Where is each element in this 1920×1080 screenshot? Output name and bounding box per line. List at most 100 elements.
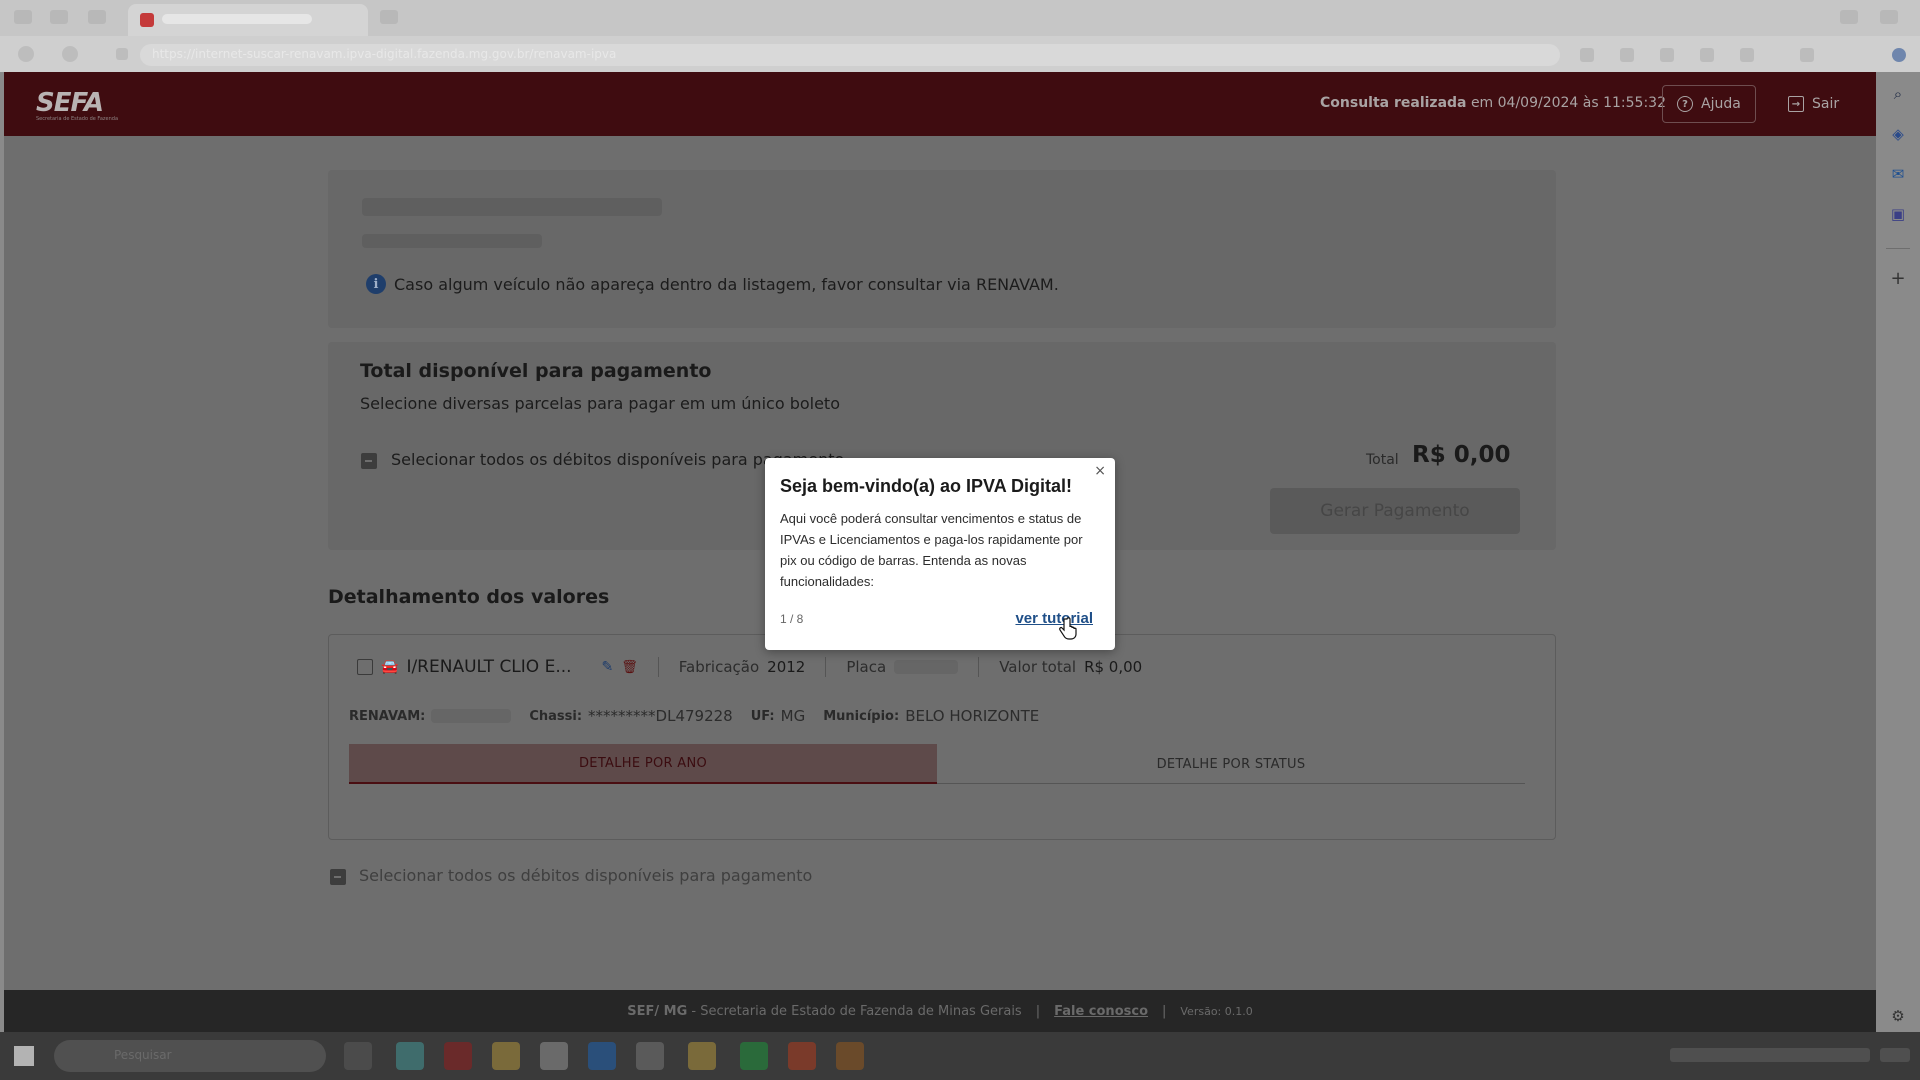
excel-taskbar-icon[interactable]	[740, 1042, 768, 1070]
outlook-taskbar-icon[interactable]	[588, 1042, 616, 1070]
total-value: R$ 0,00	[1412, 442, 1511, 468]
system-tray[interactable]	[1670, 1048, 1870, 1062]
file-explorer-icon[interactable]	[492, 1042, 520, 1070]
vehicle-card: 🚘 I/RENAULT CLIO E... ✎ 🗑 Fabricação 201…	[328, 634, 1556, 840]
tab-actions-icon[interactable]	[88, 10, 106, 24]
copilot-icon[interactable]: ◈	[1888, 124, 1908, 144]
uf-value: MG	[780, 707, 806, 725]
popover-body: Aqui você poderá consultar vencimentos e…	[780, 511, 1083, 589]
extension-icon[interactable]	[1740, 48, 1754, 62]
renavam-label: RENAVAM:	[349, 708, 426, 724]
taskbar-search[interactable]: Pesquisar	[54, 1040, 326, 1072]
site-info-icon[interactable]	[116, 48, 128, 60]
blurred-heading	[362, 198, 662, 216]
vehicles-card	[328, 170, 1556, 328]
browser-tab-active[interactable]	[128, 4, 368, 36]
footer-org: SEF/ MG - Secretaria de Estado de Fazend…	[627, 1003, 1022, 1019]
hand-cursor-icon	[1059, 617, 1077, 640]
select-all-bottom-checkbox[interactable]	[330, 869, 346, 885]
footer-version: Versão: 0.1.0	[1180, 1004, 1253, 1018]
gerar-pagamento-button[interactable]: Gerar Pagamento	[1270, 488, 1520, 534]
workspaces-icon[interactable]	[50, 10, 68, 24]
sefa-logo: SEFA Secretaria de Estado de Fazenda	[36, 88, 119, 122]
url-text: https://internet-suscar-renavam.ipva-dig…	[152, 47, 617, 61]
add-icon[interactable]: +	[1888, 268, 1908, 289]
extension-icon[interactable]	[1580, 48, 1594, 62]
extension-icon[interactable]	[1700, 48, 1714, 62]
car-icon: 🚘	[381, 659, 399, 675]
info-icon: i	[366, 274, 386, 294]
teams-icon[interactable]: ▣	[1888, 204, 1908, 224]
sidebar-divider	[1886, 248, 1910, 249]
valor-total-value: R$ 0,00	[1084, 658, 1143, 676]
app-footer: SEF/ MG - Secretaria de Estado de Fazend…	[4, 990, 1876, 1032]
consulta-info: Consulta realizada em 04/09/2024 às 11:5…	[1320, 95, 1666, 111]
search-icon[interactable]: ⌕	[1888, 84, 1908, 104]
tab-detalhe-por-status[interactable]: DETALHE POR STATUS	[937, 744, 1525, 784]
chrome-taskbar-icon[interactable]	[688, 1042, 716, 1070]
minimize-icon[interactable]	[1840, 10, 1858, 24]
extension-icon[interactable]	[1800, 48, 1814, 62]
uf-label: UF:	[750, 708, 775, 724]
edge-sidebar: ⌕ ◈ ✉ ▣ + ⚙	[1876, 72, 1920, 1032]
browser-address-bar: https://internet-suscar-renavam.ipva-dig…	[0, 36, 1920, 72]
windows-start-icon[interactable]	[14, 1046, 34, 1066]
window-menu-icon[interactable]	[14, 10, 32, 24]
placa-label: Placa	[846, 658, 887, 676]
chassi-label: Chassi:	[529, 708, 583, 724]
details-title: Detalhamento dos valores	[328, 586, 610, 608]
tab-detalhe-por-ano[interactable]: DETALHE POR ANO	[349, 744, 937, 784]
municipio-value: BELO HORIZONTE	[905, 707, 1040, 725]
gear-icon[interactable]: ⚙	[1888, 1006, 1908, 1026]
renavam-blurred-value	[431, 709, 512, 723]
refresh-icon[interactable]	[62, 46, 78, 62]
close-window-icon[interactable]	[1880, 10, 1898, 24]
ver-tutorial-link[interactable]: ver tutorial	[1015, 610, 1093, 627]
app-header: SEFA Secretaria de Estado de Fazenda Cons…	[4, 72, 1876, 136]
blurred-line	[362, 234, 542, 248]
trash-icon[interactable]: 🗑	[621, 660, 638, 675]
fale-conosco-link[interactable]: Fale conosco	[1054, 1004, 1148, 1019]
browser-tabstrip	[0, 0, 1920, 36]
footer-sep: |	[1162, 1003, 1167, 1019]
outlook-icon[interactable]: ✉	[1888, 164, 1908, 184]
taskbar-app-icon[interactable]	[396, 1042, 424, 1070]
windows-taskbar: Pesquisar	[0, 1032, 1920, 1080]
notifications-icon[interactable]	[1880, 1048, 1910, 1062]
tab-title	[162, 14, 312, 24]
powerpoint-taskbar-icon[interactable]	[788, 1042, 816, 1070]
url-input[interactable]: https://internet-suscar-renavam.ipva-dig…	[140, 44, 1560, 66]
detail-tabs: DETALHE POR ANO DETALHE POR STATUS	[349, 744, 1525, 784]
chassi-value: *********DL479228	[588, 707, 733, 725]
placa-blurred-value	[894, 660, 959, 674]
help-icon: ?	[1677, 96, 1693, 112]
fabricacao-value: 2012	[767, 658, 806, 676]
tab-favicon-icon	[140, 13, 154, 27]
taskbar-app-icon[interactable]	[444, 1042, 472, 1070]
select-all-checkbox[interactable]	[361, 453, 377, 469]
popover-title: Seja bem-vindo(a) ao IPVA Digital!	[780, 476, 1073, 496]
sair-button[interactable]: → Sair	[1774, 85, 1853, 123]
popover-step-counter: 1 / 8	[780, 612, 804, 626]
vehicle-name: I/RENAULT CLIO E...	[406, 657, 572, 677]
taskbar-app-icon[interactable]	[836, 1042, 864, 1070]
vehicle-info-row: RENAVAM: Chassi: *********DL479228 UF: M…	[349, 707, 1039, 725]
select-all-bottom-label: Selecionar todos os débitos disponíveis …	[359, 866, 813, 885]
extension-icon[interactable]	[1620, 48, 1634, 62]
taskbar-app-icon[interactable]	[540, 1042, 568, 1070]
back-icon[interactable]	[18, 46, 34, 62]
extension-icon[interactable]	[1660, 48, 1674, 62]
task-view-icon[interactable]	[344, 1042, 372, 1070]
edit-icon[interactable]: ✎	[602, 659, 614, 675]
close-icon[interactable]: ×	[1094, 463, 1106, 479]
ajuda-button[interactable]: ? Ajuda	[1662, 85, 1756, 123]
payment-subtitle: Selecione diversas parcelas para pagar e…	[360, 394, 840, 413]
fabricacao-label: Fabricação	[678, 658, 760, 676]
vehicle-header-row: 🚘 I/RENAULT CLIO E... ✎ 🗑 Fabricação 201…	[357, 657, 1142, 677]
copilot-icon[interactable]	[1892, 48, 1906, 62]
new-tab-icon[interactable]	[380, 10, 398, 24]
taskbar-app-icon[interactable]	[636, 1042, 664, 1070]
vehicle-checkbox[interactable]	[357, 659, 373, 675]
total-label: Total	[1366, 452, 1399, 468]
valor-total-label: Valor total	[999, 658, 1077, 676]
